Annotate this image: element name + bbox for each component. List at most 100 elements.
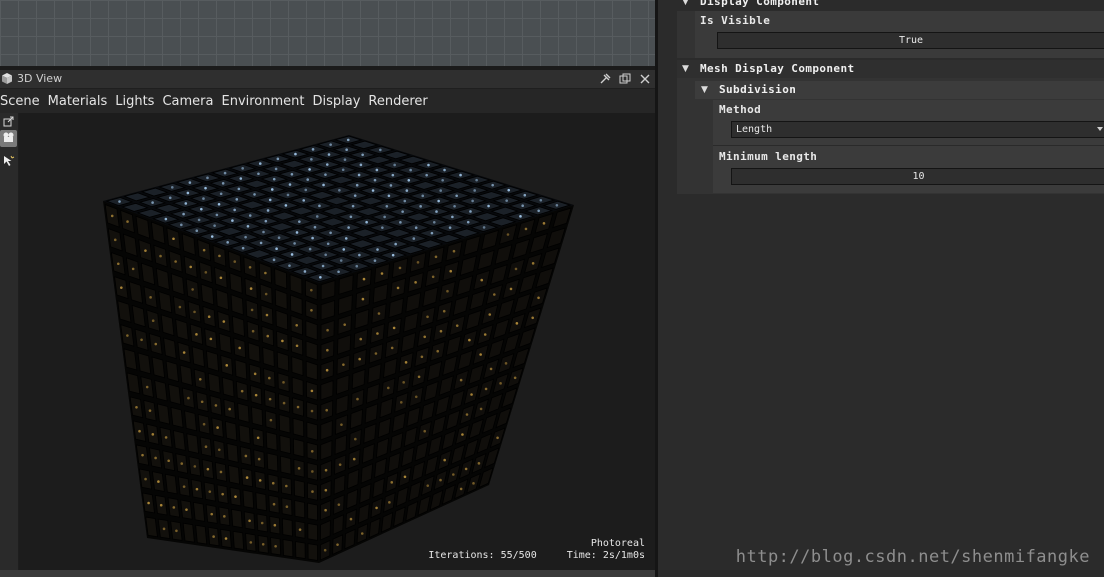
divider <box>713 145 1104 146</box>
keycap-glyph <box>270 188 274 191</box>
keycap <box>291 376 304 397</box>
collapse-arrow-icon[interactable]: ▼ <box>701 85 708 95</box>
keycap-glyph <box>265 313 269 317</box>
keycap-glyph <box>347 226 350 229</box>
keycap-glyph <box>399 221 402 224</box>
keycap-glyph <box>340 423 343 426</box>
method-dropdown[interactable]: Length <box>731 121 1104 138</box>
menu-renderer[interactable]: Renderer <box>368 94 427 109</box>
keycap-glyph <box>442 309 446 313</box>
keycap-glyph <box>189 265 193 269</box>
keycap-glyph <box>375 506 378 510</box>
pin-icon[interactable] <box>597 71 613 87</box>
keycap-glyph <box>324 173 327 176</box>
minimum-length-label: Minimum length <box>719 150 818 163</box>
keycap-glyph <box>355 183 359 187</box>
mesh-display-component-header[interactable]: Mesh Display Component <box>700 60 855 78</box>
keycap-glyph <box>303 270 307 273</box>
menu-lights[interactable]: Lights <box>115 94 154 109</box>
keycap-glyph <box>248 519 251 523</box>
keycap-glyph <box>336 543 339 546</box>
menu-environment[interactable]: Environment <box>221 94 304 109</box>
keycap-glyph <box>296 405 300 409</box>
menu-display[interactable]: Display <box>313 94 361 109</box>
keycap-glyph <box>337 270 340 274</box>
keycap-glyph <box>388 501 391 504</box>
keycap-glyph <box>483 333 487 336</box>
keycap-glyph <box>214 404 218 407</box>
keycap-glyph <box>298 528 302 531</box>
keycap-glyph <box>174 260 177 263</box>
close-icon[interactable] <box>637 71 653 87</box>
render-status: Photoreal Iterations: 55/500 Time: 2s/1m0… <box>398 538 645 562</box>
keycap <box>307 522 318 541</box>
keycap-glyph <box>432 221 436 224</box>
render-viewport[interactable]: Photoreal Iterations: 55/500 Time: 2s/1m0… <box>19 113 655 570</box>
pick-tool-icon[interactable] <box>0 155 17 172</box>
keycap-glyph <box>354 437 357 441</box>
keycap-glyph <box>253 372 257 376</box>
keycap <box>305 340 318 361</box>
keycap-glyph <box>507 188 511 192</box>
minimum-length-field[interactable]: 10 <box>731 168 1104 185</box>
keycap-glyph <box>515 322 519 325</box>
keycap-glyph <box>343 158 347 161</box>
node-graph-area[interactable] <box>0 0 655 66</box>
keycap-glyph <box>313 225 317 229</box>
keycap-glyph <box>459 173 462 177</box>
keycap-glyph <box>120 286 123 289</box>
keycap-glyph <box>223 515 226 518</box>
keycap <box>172 430 186 451</box>
method-label: Method <box>719 103 762 116</box>
keycap-glyph <box>473 189 476 192</box>
keycap-glyph <box>439 329 443 333</box>
keycap-glyph <box>198 377 202 381</box>
camera-tool-icon[interactable] <box>0 130 17 147</box>
keycap-glyph <box>325 408 328 412</box>
keycap-glyph <box>212 535 215 538</box>
keycap-glyph <box>221 492 224 496</box>
keycap-glyph <box>221 182 225 185</box>
menu-camera[interactable]: Camera <box>162 94 213 109</box>
menu-materials[interactable]: Materials <box>48 94 108 109</box>
keycap-glyph <box>310 308 313 312</box>
keycap-glyph <box>475 178 478 182</box>
float-window-icon[interactable] <box>617 71 633 87</box>
keycap-glyph <box>439 189 443 192</box>
keycap-glyph <box>414 281 417 284</box>
subdivision-body: Method Length Minimum length 10 <box>713 100 1104 193</box>
keycap-glyph <box>329 231 332 235</box>
keycap <box>262 346 275 368</box>
keycap <box>207 372 221 394</box>
keycap <box>131 304 146 328</box>
indent-gutter <box>677 11 695 58</box>
subdivision-header[interactable]: Subdivision <box>719 81 796 99</box>
keycap-glyph <box>269 418 273 422</box>
keycap-glyph <box>286 193 290 197</box>
keycap-glyph <box>219 276 223 280</box>
display-component-header[interactable]: Display Component <box>700 0 819 11</box>
keycap-glyph <box>240 389 244 393</box>
collapse-arrow-icon[interactable]: ▼ <box>682 64 689 74</box>
keycap-glyph <box>248 214 252 217</box>
keycap-glyph <box>361 153 364 157</box>
keycap <box>117 300 132 323</box>
keycap-glyph <box>452 249 456 253</box>
is-visible-field[interactable]: True <box>717 32 1104 49</box>
keycap-glyph <box>359 163 363 167</box>
keycap-glyph <box>326 242 330 246</box>
keycap-glyph <box>264 292 268 296</box>
menu-scene[interactable]: Scene <box>0 94 40 109</box>
keycap-glyph <box>324 488 328 492</box>
keycap <box>170 406 184 428</box>
keycap-glyph <box>202 197 205 200</box>
keycap-glyph <box>524 227 528 231</box>
collapse-arrow-icon[interactable]: ▼ <box>682 0 689 7</box>
keycap <box>126 372 141 395</box>
keycap <box>228 464 240 485</box>
keycap <box>281 518 293 537</box>
keycap-glyph <box>274 167 278 171</box>
keycap <box>292 417 305 438</box>
keycap-glyph <box>273 523 277 527</box>
keycap <box>195 524 208 545</box>
